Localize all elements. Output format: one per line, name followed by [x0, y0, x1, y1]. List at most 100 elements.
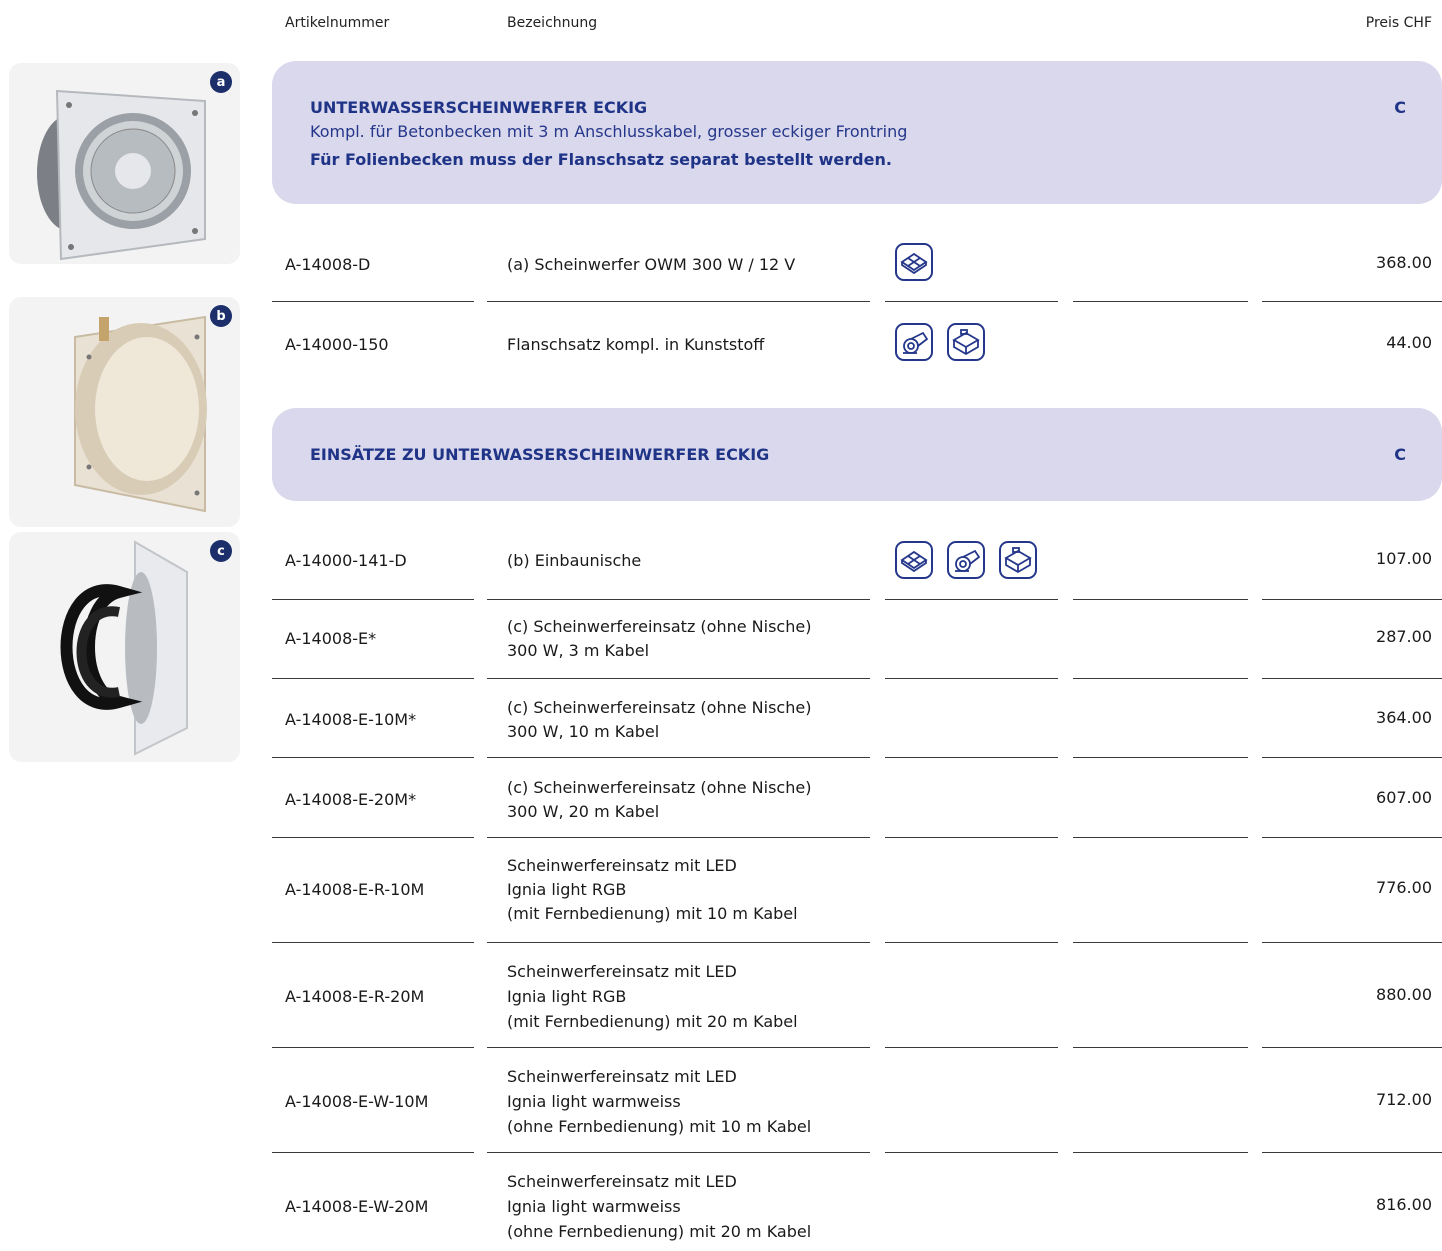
article-number: A-14008-E-W-20M	[285, 1197, 429, 1216]
row-divider	[1262, 301, 1442, 302]
image-badge-a: a	[210, 71, 232, 93]
row-divider	[487, 837, 870, 838]
row-divider	[885, 837, 1058, 838]
description-line: Ignia light warmweiss	[507, 1092, 681, 1111]
row-divider	[1262, 1152, 1442, 1153]
article-number: A-14008-E-R-10M	[285, 880, 425, 899]
price: 368.00	[1376, 253, 1432, 272]
row-divider	[1262, 1047, 1442, 1048]
price: 880.00	[1376, 985, 1432, 1004]
description-line: Flanschsatz kompl. in Kunststoff	[507, 335, 765, 354]
section-note: Für Folienbecken muss der Flanschsatz se…	[310, 150, 892, 169]
row-divider	[487, 301, 870, 302]
product-image-b: b	[9, 297, 240, 527]
price: 712.00	[1376, 1090, 1432, 1109]
description-line: (b) Einbaunische	[507, 551, 642, 570]
panel-pool-icon	[947, 323, 985, 361]
row-divider	[1073, 678, 1248, 679]
row-divider	[1262, 599, 1442, 600]
description-line: (c) Scheinwerfereinsatz (ohne Nische)	[507, 617, 812, 636]
row-divider	[1073, 757, 1248, 758]
row-divider	[1073, 599, 1248, 600]
row-divider	[1262, 942, 1442, 943]
tile-icon	[895, 243, 933, 281]
row-divider	[487, 599, 870, 600]
section-title: EINSÄTZE ZU UNTERWASSERSCHEINWERFER ECKI…	[310, 445, 770, 464]
category-code: C	[1394, 98, 1406, 117]
panel-pool-icon	[999, 541, 1037, 579]
section-banner-1: UNTERWASSERSCHEINWERFER ECKIG Kompl. für…	[272, 61, 1442, 204]
section-title: UNTERWASSERSCHEINWERFER ECKIG	[310, 98, 648, 117]
price: 287.00	[1376, 627, 1432, 646]
price: 816.00	[1376, 1195, 1432, 1214]
row-divider	[272, 301, 474, 302]
price: 776.00	[1376, 878, 1432, 897]
liner-roll-icon	[947, 541, 985, 579]
description-line: Scheinwerfereinsatz mit LED	[507, 962, 737, 981]
row-divider	[272, 837, 474, 838]
description-line: (mit Fernbedienung) mit 20 m Kabel	[507, 1012, 798, 1031]
description-line: (c) Scheinwerfereinsatz (ohne Nische)	[507, 698, 812, 717]
row-divider	[272, 599, 474, 600]
row-divider	[885, 757, 1058, 758]
row-divider	[487, 942, 870, 943]
row-divider	[1073, 1047, 1248, 1048]
row-divider	[1073, 1152, 1248, 1153]
row-divider	[1073, 837, 1248, 838]
row-divider	[1262, 837, 1442, 838]
description-line: (mit Fernbedienung) mit 10 m Kabel	[507, 904, 798, 923]
article-number: A-14008-E-20M*	[285, 790, 417, 809]
row-divider	[272, 1152, 474, 1153]
category-code: C	[1394, 445, 1406, 464]
row-divider	[487, 678, 870, 679]
column-header-article: Artikelnummer	[285, 15, 390, 31]
row-divider	[885, 301, 1058, 302]
article-number: A-14000-150	[285, 335, 389, 354]
price: 607.00	[1376, 788, 1432, 807]
description-line: (ohne Fernbedienung) mit 10 m Kabel	[507, 1117, 812, 1136]
description-line: (a) Scheinwerfer OWM 300 W / 12 V	[507, 255, 796, 274]
row-divider	[272, 757, 474, 758]
image-badge-c: c	[210, 540, 232, 562]
row-divider	[885, 942, 1058, 943]
description-line: (c) Scheinwerfereinsatz (ohne Nische)	[507, 778, 812, 797]
description-line: Ignia light RGB	[507, 987, 627, 1006]
article-number: A-14008-E-10M*	[285, 710, 417, 729]
price: 44.00	[1386, 333, 1432, 352]
article-number: A-14008-E*	[285, 629, 377, 648]
row-divider	[1262, 757, 1442, 758]
row-divider	[885, 599, 1058, 600]
article-number: A-14008-E-W-10M	[285, 1092, 429, 1111]
description-line: 300 W, 10 m Kabel	[507, 722, 660, 741]
row-divider	[272, 942, 474, 943]
description-line: Ignia light warmweiss	[507, 1197, 681, 1216]
product-image-a: a	[9, 63, 240, 264]
liner-roll-icon	[895, 323, 933, 361]
description-line: 300 W, 20 m Kabel	[507, 802, 660, 821]
row-divider	[885, 678, 1058, 679]
column-header-price: Preis CHF	[1365, 15, 1432, 31]
row-divider	[487, 757, 870, 758]
price: 364.00	[1376, 708, 1432, 727]
product-image-c: c	[9, 532, 240, 762]
tile-icon	[895, 541, 933, 579]
section-subtitle: Kompl. für Betonbecken mit 3 m Anschluss…	[310, 122, 908, 141]
column-header-description: Bezeichnung	[507, 15, 598, 31]
row-divider	[1073, 301, 1248, 302]
description-line: 300 W, 3 m Kabel	[507, 641, 650, 660]
row-divider	[1262, 678, 1442, 679]
row-divider	[487, 1047, 870, 1048]
image-badge-b: b	[210, 305, 232, 327]
row-divider	[885, 1047, 1058, 1048]
row-divider	[1073, 942, 1248, 943]
article-number: A-14008-D	[285, 255, 371, 274]
row-divider	[885, 1152, 1058, 1153]
row-divider	[272, 1047, 474, 1048]
description-line: Scheinwerfereinsatz mit LED	[507, 856, 737, 875]
row-divider	[487, 1152, 870, 1153]
description-line: Scheinwerfereinsatz mit LED	[507, 1172, 737, 1191]
section-banner-2: EINSÄTZE ZU UNTERWASSERSCHEINWERFER ECKI…	[272, 408, 1442, 501]
description-line: (ohne Fernbedienung) mit 20 m Kabel	[507, 1222, 812, 1241]
article-number: A-14000-141-D	[285, 551, 407, 570]
description-line: Ignia light RGB	[507, 880, 627, 899]
